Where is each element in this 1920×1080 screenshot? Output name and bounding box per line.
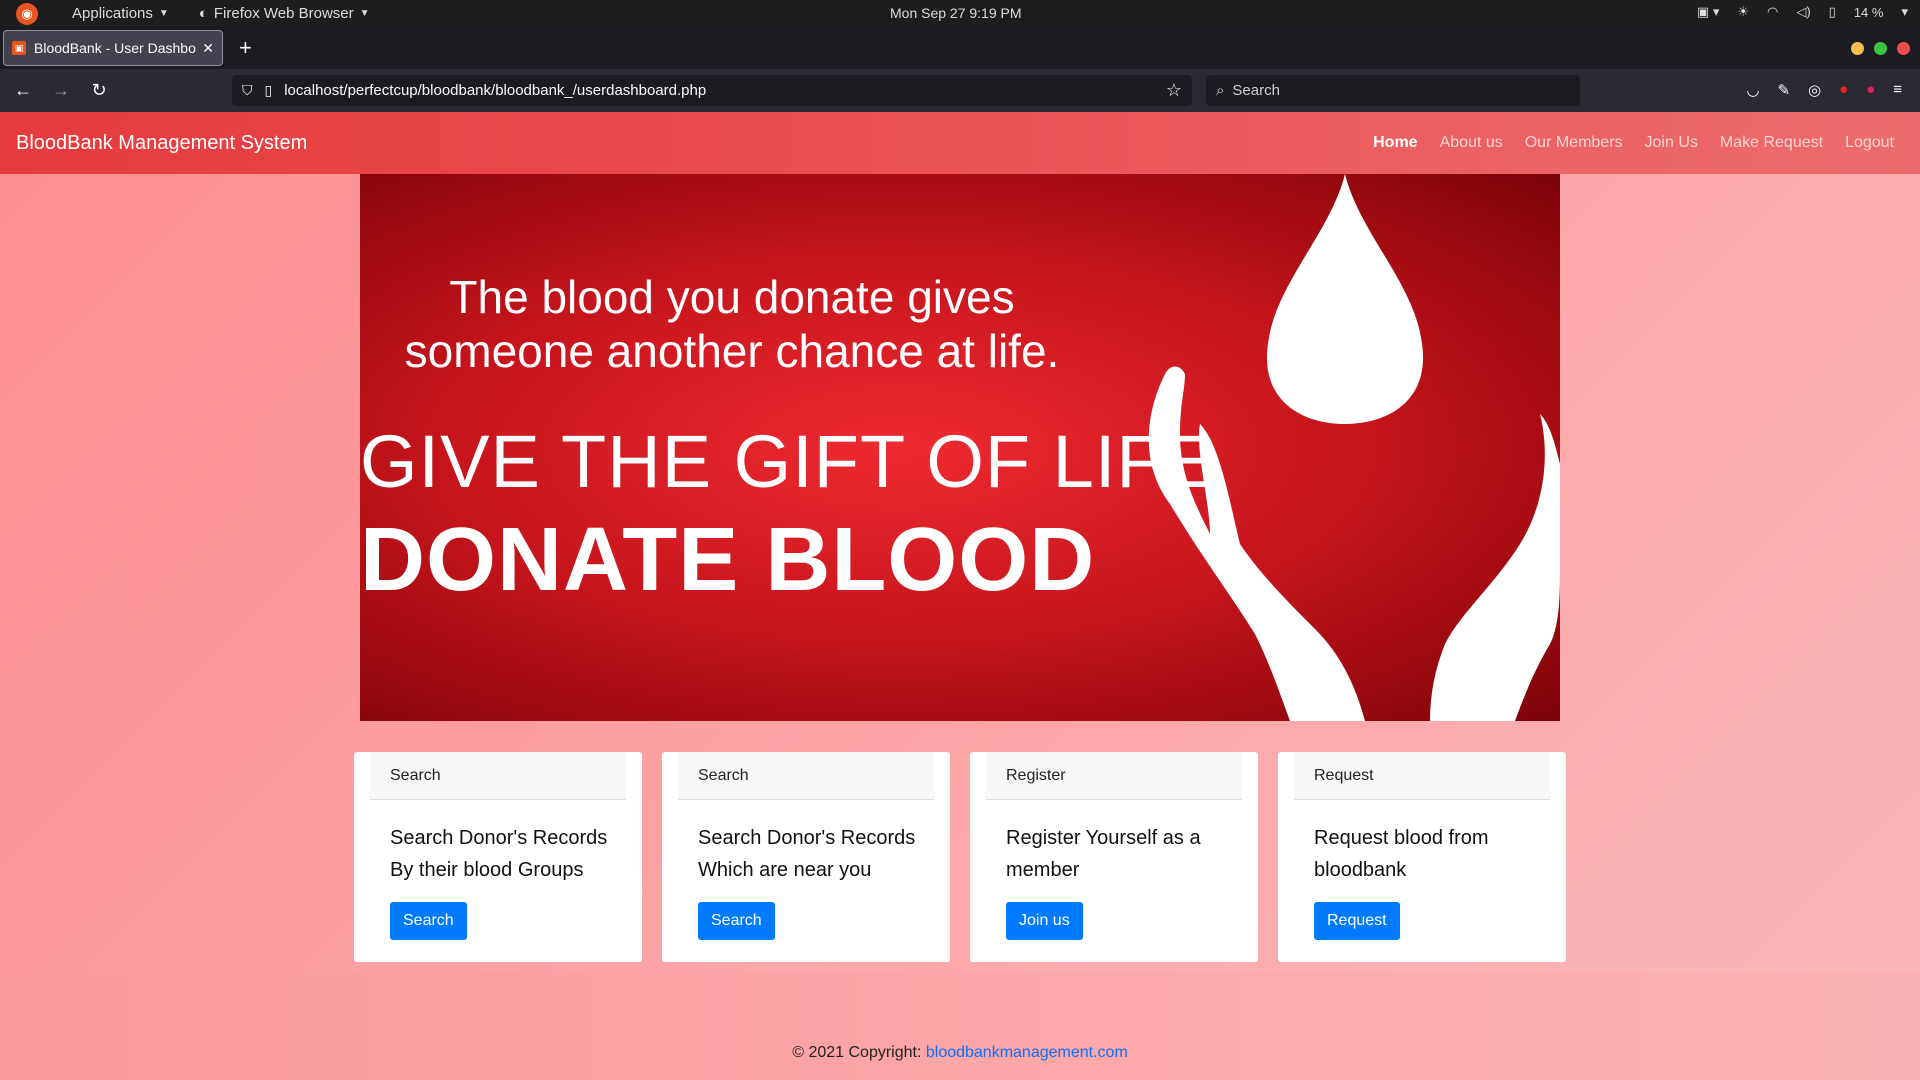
card-register: Register Register Yourself as a member J… — [970, 752, 1258, 962]
browser-app-menu[interactable]: ◐ Firefox Web Browser ▼ — [199, 5, 370, 22]
wifi-icon: ◠ — [1767, 4, 1779, 19]
os-top-bar: ◉ Applications ▼ ◐ Firefox Web Browser ▼… — [0, 0, 1920, 27]
search-placeholder: Search — [1232, 82, 1280, 99]
nav-link-logout[interactable]: Logout — [1845, 134, 1894, 152]
nav-link-join[interactable]: Join Us — [1645, 134, 1698, 152]
search-input[interactable]: ⌕ Search — [1206, 75, 1580, 106]
hamburger-menu-icon[interactable]: ≡ — [1893, 81, 1902, 99]
brightness-icon: ☀ — [1737, 4, 1749, 19]
clock[interactable]: Mon Sep 27 9:19 PM — [890, 5, 1022, 21]
reload-icon[interactable]: ↻ — [84, 80, 114, 101]
hero-tagline: The blood you donate gives someone anoth… — [404, 271, 1060, 377]
card-text: Request blood from bloodbank — [1314, 827, 1489, 881]
system-tray[interactable]: ▣ ▾ ☀ ◠ ◁) ▯ 14 % ▾ — [1697, 4, 1908, 20]
card-header: Search — [678, 752, 934, 800]
card-header: Request — [1294, 752, 1550, 800]
chevron-down-icon: ▼ — [359, 8, 370, 19]
card-request: Request Request blood from bloodbank Req… — [1278, 752, 1566, 962]
blood-drop-hands-icon — [1148, 174, 1560, 721]
tab-title: BloodBank - User Dashbo — [34, 40, 196, 56]
browser-toolbar: ← → ↻ ⛉ ▯ localhost/perfectcup/bloodbank… — [0, 69, 1920, 112]
bookmark-star-icon[interactable]: ☆ — [1166, 80, 1182, 101]
card-header: Search — [370, 752, 626, 800]
volume-icon: ◁) — [1796, 4, 1811, 19]
nav-link-request[interactable]: Make Request — [1720, 134, 1823, 152]
pocket-icon[interactable]: ◡ — [1746, 81, 1759, 99]
nav-link-home[interactable]: Home — [1373, 134, 1417, 152]
minimize-icon[interactable] — [1851, 42, 1864, 55]
battery-percent: 14 % — [1853, 4, 1884, 20]
browser-tab-bar: ▣ BloodBank - User Dashbo ✕ + — [0, 27, 1920, 69]
card-text: Search Donor's Records Which are near yo… — [698, 827, 916, 881]
browser-app-label: Firefox Web Browser — [213, 5, 354, 22]
request-button[interactable]: Request — [1314, 902, 1400, 940]
battery-icon: ▯ — [1828, 4, 1836, 19]
maximize-icon[interactable] — [1874, 42, 1887, 55]
search-nearby-button[interactable]: Search — [698, 902, 775, 940]
nav-link-members[interactable]: Our Members — [1525, 134, 1623, 152]
ubuntu-logo-icon[interactable]: ◉ — [12, 0, 42, 27]
card-search-nearby: Search Search Donor's Records Which are … — [662, 752, 950, 962]
extension-icon[interactable]: ✎ — [1777, 81, 1790, 99]
action-cards: Search Search Donor's Records By their b… — [354, 752, 1566, 962]
footer-band — [0, 972, 1920, 1080]
page-viewport: BloodBank Management System Home About u… — [0, 112, 1920, 1080]
extensions-area: ◡ ✎ ◎ ● ● ≡ — [1746, 81, 1902, 99]
firefox-icon: ◐ — [198, 5, 208, 22]
back-icon[interactable]: ← — [8, 80, 38, 101]
card-search-blood-group: Search Search Donor's Records By their b… — [354, 752, 642, 962]
chevron-down-icon[interactable]: ▾ — [1901, 4, 1908, 20]
search-icon: ⌕ — [1216, 82, 1225, 99]
site-navbar: BloodBank Management System Home About u… — [0, 112, 1920, 174]
page-info-icon[interactable]: ▯ — [265, 82, 273, 99]
close-tab-icon[interactable]: ✕ — [202, 40, 214, 57]
join-us-button[interactable]: Join us — [1006, 902, 1083, 940]
card-text: Search Donor's Records By their blood Gr… — [390, 827, 608, 881]
copyright-text: © 2021 Copyright: — [792, 1044, 926, 1061]
shield-icon[interactable]: ⛉ — [242, 82, 253, 99]
chevron-down-icon: ▼ — [158, 8, 169, 19]
nav-links: Home About us Our Members Join Us Make R… — [1373, 112, 1894, 174]
footer-link[interactable]: bloodbankmanagement.com — [926, 1044, 1128, 1061]
site-favicon-icon: ▣ — [12, 41, 26, 55]
url-text[interactable]: localhost/perfectcup/bloodbank/bloodbank… — [284, 82, 1166, 99]
applications-menu-label: Applications — [72, 5, 153, 22]
search-button[interactable]: Search — [390, 902, 467, 940]
hero-headline: GIVE THE GIFT OF LIFE — [360, 420, 1213, 503]
close-window-icon[interactable] — [1897, 42, 1910, 55]
extension-icon[interactable]: ◎ — [1808, 81, 1821, 99]
window-controls — [1851, 42, 1910, 55]
browser-tab[interactable]: ▣ BloodBank - User Dashbo ✕ — [3, 30, 223, 66]
hero-banner: The blood you donate gives someone anoth… — [360, 174, 1560, 721]
adblock-icon[interactable]: ● — [1866, 81, 1875, 99]
card-text: Register Yourself as a member — [1006, 827, 1201, 881]
forward-icon[interactable]: → — [46, 80, 76, 101]
brand-title[interactable]: BloodBank Management System — [16, 132, 307, 155]
address-bar[interactable]: ⛉ ▯ localhost/perfectcup/bloodbank/blood… — [232, 75, 1192, 106]
hero-cta-text: DONATE BLOOD — [360, 510, 1096, 610]
footer: © 2021 Copyright: bloodbankmanagement.co… — [0, 1044, 1920, 1062]
card-header: Register — [986, 752, 1242, 800]
new-tab-icon[interactable]: + — [239, 35, 252, 61]
nav-link-about[interactable]: About us — [1440, 134, 1503, 152]
extension-icon[interactable]: ● — [1839, 81, 1848, 99]
applications-menu[interactable]: Applications ▼ — [72, 5, 169, 22]
clipboard-icon[interactable]: ▣ ▾ — [1697, 4, 1719, 20]
